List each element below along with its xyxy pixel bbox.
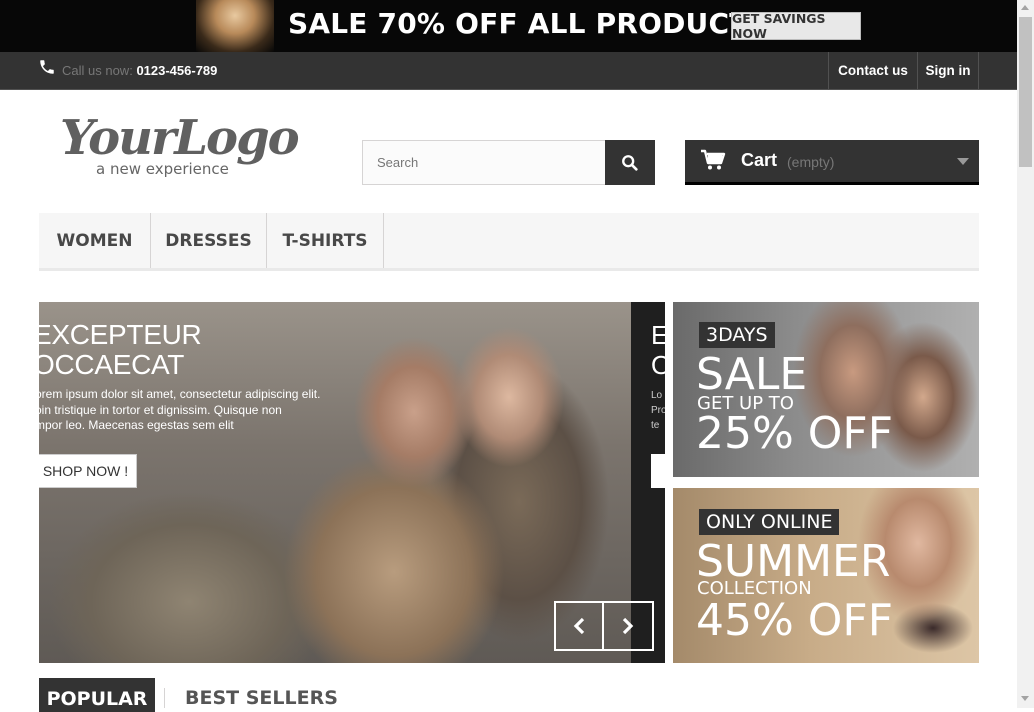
slide-desc-line3: mpor leo. Maecenas egestas sem elit: [39, 418, 234, 432]
banner-tag: 3DAYS: [699, 322, 775, 348]
logo-main-text: YourLogo: [60, 110, 300, 166]
site-logo[interactable]: YourLogo a new experience: [60, 110, 300, 182]
contact-us-link[interactable]: Contact us: [828, 52, 917, 89]
promo-model-image: [196, 0, 274, 52]
next-slide-desc-3: te: [651, 420, 660, 431]
slide-title-line1: EXCEPTEUR: [39, 319, 202, 350]
tab-divider: [164, 688, 165, 708]
slide-desc-line1: orem ipsum dolor sit amet, consectetur a…: [39, 387, 321, 401]
slider-next-button[interactable]: [604, 601, 654, 651]
logo-tagline: a new experience: [96, 160, 229, 178]
get-savings-button[interactable]: GET SAVINGS NOW: [731, 11, 861, 41]
shop-now-button[interactable]: SHOP NOW !: [39, 454, 137, 488]
next-slide-desc-1: Lo: [651, 390, 663, 401]
top-nav-bar: Call us now: 0123-456-789 Contact us Sig…: [0, 52, 1017, 90]
cart-button[interactable]: Cart (empty): [685, 140, 979, 185]
promo-banner-summer[interactable]: ONLY ONLINE SUMMER COLLECTION 45% OFF: [673, 488, 979, 663]
sign-in-link[interactable]: Sign in: [917, 52, 979, 89]
call-us-text: Call us now: 0123-456-789: [62, 63, 217, 78]
tab-popular[interactable]: POPULAR: [39, 678, 155, 712]
scroll-down-icon[interactable]: [1021, 696, 1029, 701]
page-scrollbar[interactable]: [1017, 0, 1034, 708]
banner-discount: 45% OFF: [696, 595, 894, 646]
menu-item-women[interactable]: WOMEN: [39, 213, 151, 268]
scrollbar-thumb[interactable]: [1019, 17, 1032, 167]
call-label: Call us now:: [62, 63, 133, 78]
scroll-up-icon[interactable]: [1021, 5, 1029, 10]
banner-headline: SALE: [696, 349, 808, 400]
slide-description: orem ipsum dolor sit amet, consectetur a…: [39, 387, 325, 434]
chevron-left-icon: [573, 617, 585, 635]
phone-icon: [40, 60, 54, 74]
slide-title: EXCEPTEUR OCCAECAT: [39, 319, 202, 380]
slider-prev-button[interactable]: [554, 601, 604, 651]
menu-item-tshirts[interactable]: T-SHIRTS: [267, 213, 384, 268]
search-input[interactable]: [362, 140, 606, 185]
chevron-right-icon: [622, 617, 634, 635]
slide-title-line2: OCCAECAT: [39, 349, 185, 380]
next-slide-desc-2: Pro: [651, 405, 665, 416]
next-slide-desc: Lo Pro te: [651, 388, 665, 433]
banner-discount: 25% OFF: [696, 408, 894, 459]
main-menu: WOMEN DRESSES T-SHIRTS: [39, 213, 979, 271]
tab-best-sellers[interactable]: BEST SELLERS: [185, 687, 338, 709]
phone-number: 0123-456-789: [136, 63, 218, 78]
menu-item-dresses[interactable]: DRESSES: [151, 213, 267, 268]
next-slide-title-b: O: [651, 350, 665, 380]
next-slide-button: [651, 454, 665, 488]
next-slide-title-a: E: [651, 320, 665, 350]
chevron-down-icon: [957, 158, 969, 165]
cart-icon: [701, 149, 726, 170]
cart-label: Cart: [741, 150, 778, 170]
search-icon: [622, 154, 638, 171]
search-button[interactable]: [605, 140, 655, 185]
promo-banner[interactable]: SALE 70% OFF ALL PRODUCTS GET SAVINGS NO…: [0, 0, 1017, 52]
promo-text: SALE 70% OFF ALL PRODUCTS: [288, 7, 769, 40]
slide-desc-line2: oin tristique in tortor et dignissim. Qu…: [39, 402, 282, 417]
banner-tag: ONLY ONLINE: [699, 509, 840, 535]
cart-status: (empty): [787, 154, 835, 170]
promo-banner-3days[interactable]: 3DAYS SALE GET UP TO 25% OFF: [673, 302, 979, 477]
